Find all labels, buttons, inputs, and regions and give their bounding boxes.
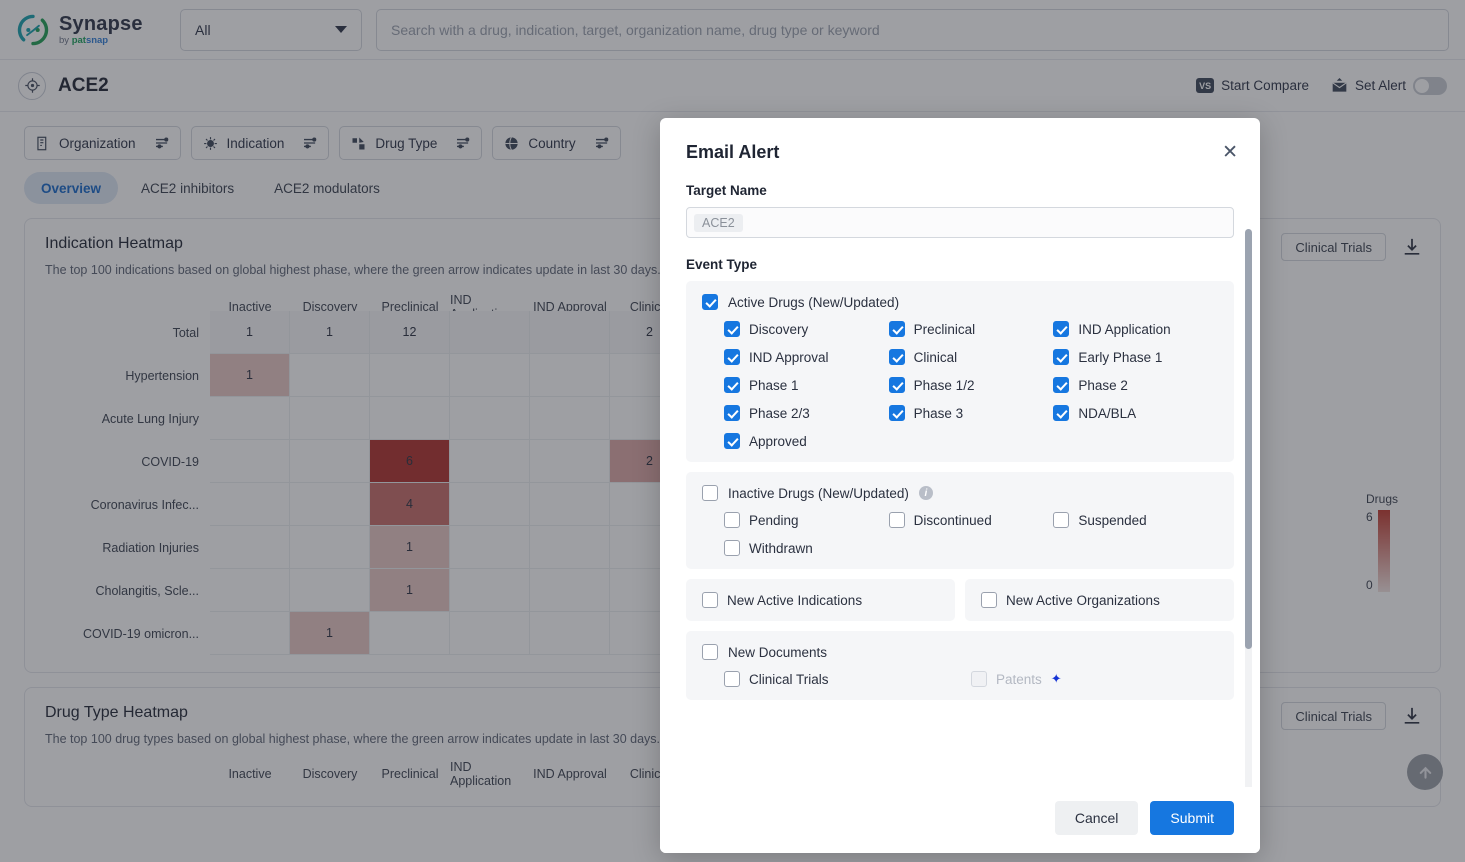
checkbox-nda-bla[interactable] [1053, 405, 1070, 421]
group-new-documents: New Documents Clinical Trials Patents ✦ [686, 631, 1234, 700]
premium-star-icon: ✦ [1050, 671, 1062, 686]
active-drugs-option-clinical[interactable]: Clinical [888, 349, 1054, 365]
checkbox-new-active-indications[interactable] [702, 592, 718, 608]
phase-3-label: Phase 3 [913, 405, 964, 421]
active-drugs-option-preclinical[interactable]: Preclinical [888, 321, 1054, 337]
group-active-drugs-header[interactable]: Active Drugs (New/Updated) [702, 294, 1218, 310]
ind-application-label: IND Application [1078, 321, 1171, 337]
target-name-input[interactable]: ACE2 [686, 207, 1234, 238]
phase-1-2-label: Phase 1/2 [913, 377, 975, 393]
close-icon[interactable]: ✕ [1222, 143, 1238, 162]
event-type-label: Event Type [686, 257, 758, 272]
checkbox-patents [971, 671, 987, 687]
inactive-drugs-option-discontinued[interactable]: Discontinued [888, 512, 1054, 528]
modal-header: Email Alert ✕ [660, 118, 1260, 167]
phase-2-3-label: Phase 2/3 [749, 405, 810, 421]
pending-label: Pending [749, 512, 799, 528]
checkbox-clinical[interactable] [888, 349, 905, 365]
submit-button[interactable]: Submit [1150, 801, 1234, 835]
new-active-indications-label: New Active Indications [727, 592, 863, 608]
checkbox-clinical-trials[interactable] [724, 671, 740, 687]
active-drugs-option-phase-1-2[interactable]: Phase 1/2 [888, 377, 1054, 393]
clinical-label: Clinical [913, 349, 958, 365]
nda-bla-label: NDA/BLA [1078, 405, 1137, 421]
modal-title: Email Alert [686, 142, 780, 162]
group-inactive-drugs-label: Inactive Drugs (New/Updated) [728, 485, 909, 501]
checkbox-early-phase-1[interactable] [1053, 349, 1070, 365]
group-active-drugs-label: Active Drugs (New/Updated) [728, 294, 900, 310]
checkbox-ind-application[interactable] [1053, 321, 1070, 337]
checkbox-phase-2-3[interactable] [724, 405, 740, 421]
clinical-trials-label: Clinical Trials [749, 671, 829, 687]
checkbox-phase-3[interactable] [888, 405, 905, 421]
checkbox-inactive-drugs[interactable] [702, 485, 718, 501]
checkbox-active-drugs[interactable] [702, 294, 718, 310]
active-drugs-option-phase-1[interactable]: Phase 1 [724, 377, 889, 393]
row-new-active-organizations[interactable]: New Active Organizations [965, 579, 1234, 621]
inactive-drugs-option-pending[interactable]: Pending [724, 512, 889, 528]
modal-scrollbar-thumb[interactable] [1245, 229, 1252, 649]
checkbox-approved[interactable] [724, 433, 740, 449]
checkbox-ind-approval[interactable] [724, 349, 740, 365]
phase-2-label: Phase 2 [1078, 377, 1128, 393]
patents-label: Patents [996, 671, 1042, 687]
preclinical-label: Preclinical [913, 321, 976, 337]
new-active-organizations-label: New Active Organizations [1006, 592, 1160, 608]
active-drugs-option-phase-3[interactable]: Phase 3 [888, 405, 1054, 421]
active-drugs-option-discovery[interactable]: Discovery [724, 321, 889, 337]
approved-label: Approved [749, 433, 807, 449]
modal-scrollbar[interactable] [1245, 229, 1252, 787]
group-new-documents-label: New Documents [728, 644, 828, 660]
checkbox-pending[interactable] [724, 512, 740, 528]
inactive-drugs-option-withdrawn[interactable]: Withdrawn [724, 540, 889, 556]
info-icon[interactable]: i [918, 486, 933, 500]
group-inactive-drugs: Inactive Drugs (New/Updated) i Pending Di… [686, 472, 1234, 569]
checkbox-phase-2[interactable] [1053, 377, 1070, 393]
checkbox-phase-1[interactable] [724, 377, 740, 393]
discontinued-label: Discontinued [913, 512, 992, 528]
active-drugs-option-phase-2-3[interactable]: Phase 2/3 [724, 405, 889, 421]
early-phase-1-label: Early Phase 1 [1078, 349, 1163, 365]
checkbox-withdrawn[interactable] [724, 540, 740, 556]
checkbox-preclinical[interactable] [888, 321, 905, 337]
group-active-drugs: Active Drugs (New/Updated) Discovery Prec… [686, 281, 1234, 462]
modal-body: Target Name ACE2 Event Type Active Drugs… [660, 167, 1260, 787]
target-name-tag: ACE2 [694, 213, 743, 232]
target-name-label: Target Name [686, 183, 767, 198]
group-inactive-drugs-header[interactable]: Inactive Drugs (New/Updated) i [702, 485, 1218, 501]
active-drugs-option-approved[interactable]: Approved [724, 433, 889, 449]
active-drugs-option-phase-2[interactable]: Phase 2 [1053, 377, 1218, 393]
modal-footer: Cancel Submit [660, 787, 1260, 853]
inactive-drugs-option-suspended[interactable]: Suspended [1053, 512, 1218, 528]
group-new-documents-header[interactable]: New Documents [702, 644, 1218, 660]
new-documents-option-clinical-trials[interactable]: Clinical Trials [724, 671, 971, 687]
simple-rows: New Active Indications New Active Organi… [686, 579, 1234, 621]
email-alert-modal: Email Alert ✕ Target Name ACE2 Event Typ… [660, 118, 1260, 853]
phase-1-label: Phase 1 [749, 377, 799, 393]
checkbox-suspended[interactable] [1053, 512, 1070, 528]
new-documents-option-patents: Patents ✦ [971, 671, 1218, 687]
withdrawn-label: Withdrawn [749, 540, 813, 556]
checkbox-new-documents[interactable] [702, 644, 718, 660]
row-new-active-indications[interactable]: New Active Indications [686, 579, 955, 621]
active-drugs-option-ind-approval[interactable]: IND Approval [724, 349, 889, 365]
checkbox-discontinued[interactable] [888, 512, 905, 528]
cancel-button[interactable]: Cancel [1054, 801, 1139, 835]
active-drugs-option-ind-application[interactable]: IND Application [1053, 321, 1218, 337]
active-drugs-option-nda-bla[interactable]: NDA/BLA [1053, 405, 1218, 421]
checkbox-new-active-organizations[interactable] [981, 592, 997, 608]
checkbox-phase-1-2[interactable] [888, 377, 905, 393]
discovery-label: Discovery [749, 321, 809, 337]
active-drugs-option-early-phase-1[interactable]: Early Phase 1 [1053, 349, 1218, 365]
ind-approval-label: IND Approval [749, 349, 829, 365]
checkbox-discovery[interactable] [724, 321, 740, 337]
suspended-label: Suspended [1078, 512, 1147, 528]
